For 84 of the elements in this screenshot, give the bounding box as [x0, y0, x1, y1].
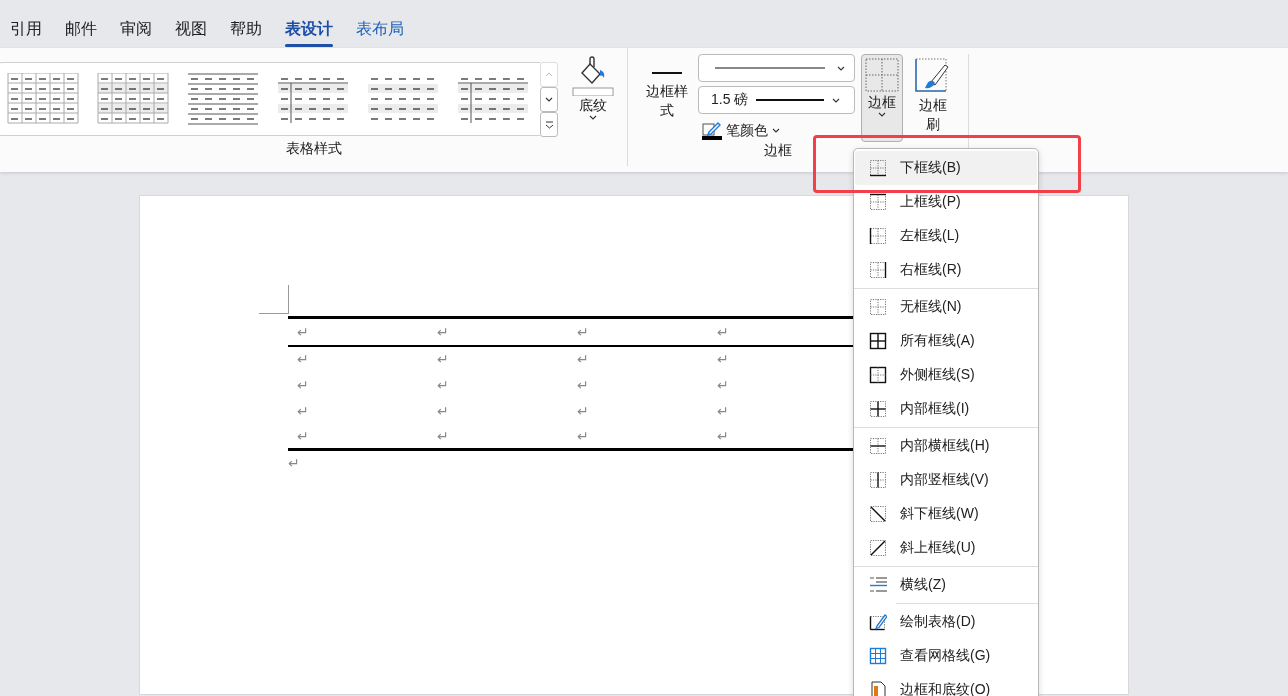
- expand-icon: [544, 120, 554, 129]
- paragraph-mark: ↵: [288, 455, 300, 471]
- line-weight-icon: [756, 98, 825, 102]
- paragraph-mark: ↵: [437, 376, 449, 393]
- table-style-thumbnail[interactable]: [97, 73, 169, 125]
- paint-bucket-icon: [572, 56, 614, 96]
- paragraph-mark: ↵: [577, 427, 589, 444]
- paragraph-mark: ↵: [297, 351, 309, 367]
- paragraph-mark: ↵: [577, 351, 589, 367]
- left-border-icon: [869, 227, 887, 245]
- right-border-icon: [869, 261, 887, 279]
- paragraph-mark: ↵: [437, 427, 449, 444]
- ribbon-tab[interactable]: 帮助: [220, 19, 272, 48]
- inside-borders-icon: [869, 400, 887, 418]
- border-painter-button[interactable]: 边框刷: [907, 54, 959, 142]
- menu-item[interactable]: 边框和底纹(O): [855, 673, 1037, 696]
- chevron-icon: [832, 97, 841, 103]
- all-borders-icon: [869, 332, 887, 350]
- line-weight-dropdown[interactable]: 1.5 磅: [698, 86, 855, 114]
- menu-item[interactable]: 内部竖框线(V): [855, 463, 1037, 497]
- chevron-icon: [878, 112, 886, 117]
- no-border-icon: [869, 298, 887, 316]
- menu-item[interactable]: 斜下框线(W): [855, 497, 1037, 531]
- menu-item[interactable]: 内部横框线(H): [855, 429, 1037, 463]
- paragraph-mark: ↵: [717, 402, 729, 419]
- outside-borders-icon: [869, 366, 887, 384]
- paragraph-mark: ↵: [717, 351, 729, 367]
- top-border-icon: [869, 193, 887, 211]
- menu-item[interactable]: 斜上框线(U): [855, 531, 1037, 565]
- chevron-icon: [545, 97, 553, 102]
- paragraph-mark: ↵: [297, 402, 309, 419]
- borders-grid-icon: [864, 57, 900, 93]
- menu-item[interactable]: 下框线(B): [855, 151, 1037, 185]
- shading-button[interactable]: 底纹: [568, 54, 618, 140]
- paragraph-mark: ↵: [717, 376, 729, 393]
- chevron-icon: [589, 115, 597, 120]
- bottom-border-icon: [869, 159, 887, 177]
- group-label: 边框: [763, 142, 793, 160]
- paragraph-mark: ↵: [297, 427, 309, 444]
- ribbon-tab[interactable]: 表布局: [346, 19, 414, 48]
- chevron-icon: [772, 127, 780, 133]
- menu-item[interactable]: 外侧框线(S): [855, 358, 1037, 392]
- ribbon-tab[interactable]: 引用: [0, 19, 52, 48]
- draw-table-icon: [869, 613, 887, 631]
- paragraph-mark: ↵: [577, 323, 589, 340]
- chevron-up-icon: [545, 72, 553, 77]
- inside-vertical-border-icon: [869, 471, 887, 489]
- inside-horizontal-border-icon: [869, 437, 887, 455]
- paragraph-mark: ↵: [437, 402, 449, 419]
- ribbon-tab[interactable]: 视图: [165, 19, 217, 48]
- ribbon-tab[interactable]: 审阅: [110, 19, 162, 48]
- menu-item[interactable]: 绘制表格(D): [855, 605, 1037, 639]
- menu-item[interactable]: 所有框线(A): [855, 324, 1037, 358]
- paragraph-mark: ↵: [577, 376, 589, 393]
- more-styles-button[interactable]: [540, 112, 558, 137]
- paragraph-mark: ↵: [437, 323, 449, 340]
- menu-item[interactable]: 左框线(L): [855, 219, 1037, 253]
- menu-item[interactable]: 右框线(R): [855, 253, 1037, 287]
- gridlines-icon: [869, 647, 887, 665]
- group-label: 表格样式: [284, 140, 343, 158]
- diagonal-down-border-icon: [869, 505, 887, 523]
- menu-item[interactable]: 查看网格线(G): [855, 639, 1037, 673]
- paragraph-mark: ↵: [297, 376, 309, 393]
- table-style-thumbnail[interactable]: [187, 73, 259, 125]
- menu-item[interactable]: 无框线(N): [855, 290, 1037, 324]
- paragraph-mark: ↵: [577, 402, 589, 419]
- ribbon-tab[interactable]: 表设计: [275, 19, 343, 48]
- menu-item[interactable]: 横线(Z): [855, 568, 1037, 602]
- paragraph-mark: ↵: [717, 323, 729, 340]
- table-style-thumbnail[interactable]: [7, 73, 79, 125]
- chevron-icon: [837, 65, 845, 71]
- paragraph-mark: ↵: [717, 427, 729, 444]
- pen-icon: [702, 120, 722, 140]
- menu-item[interactable]: 内部框线(I): [855, 392, 1037, 426]
- paragraph-mark: ↵: [297, 323, 309, 340]
- text-boundary-mark: [259, 285, 289, 314]
- ribbon-tab[interactable]: 邮件: [55, 19, 107, 48]
- borders-button[interactable]: 边框: [861, 54, 903, 142]
- horizontal-line-icon: [869, 576, 887, 594]
- paragraph-mark: ↵: [437, 351, 449, 367]
- line-style-dropdown[interactable]: [698, 54, 855, 82]
- border-styles-button[interactable]: 边框样式: [640, 54, 694, 142]
- diagonal-up-border-icon: [869, 539, 887, 557]
- pen-color-button[interactable]: 笔颜色: [698, 118, 855, 142]
